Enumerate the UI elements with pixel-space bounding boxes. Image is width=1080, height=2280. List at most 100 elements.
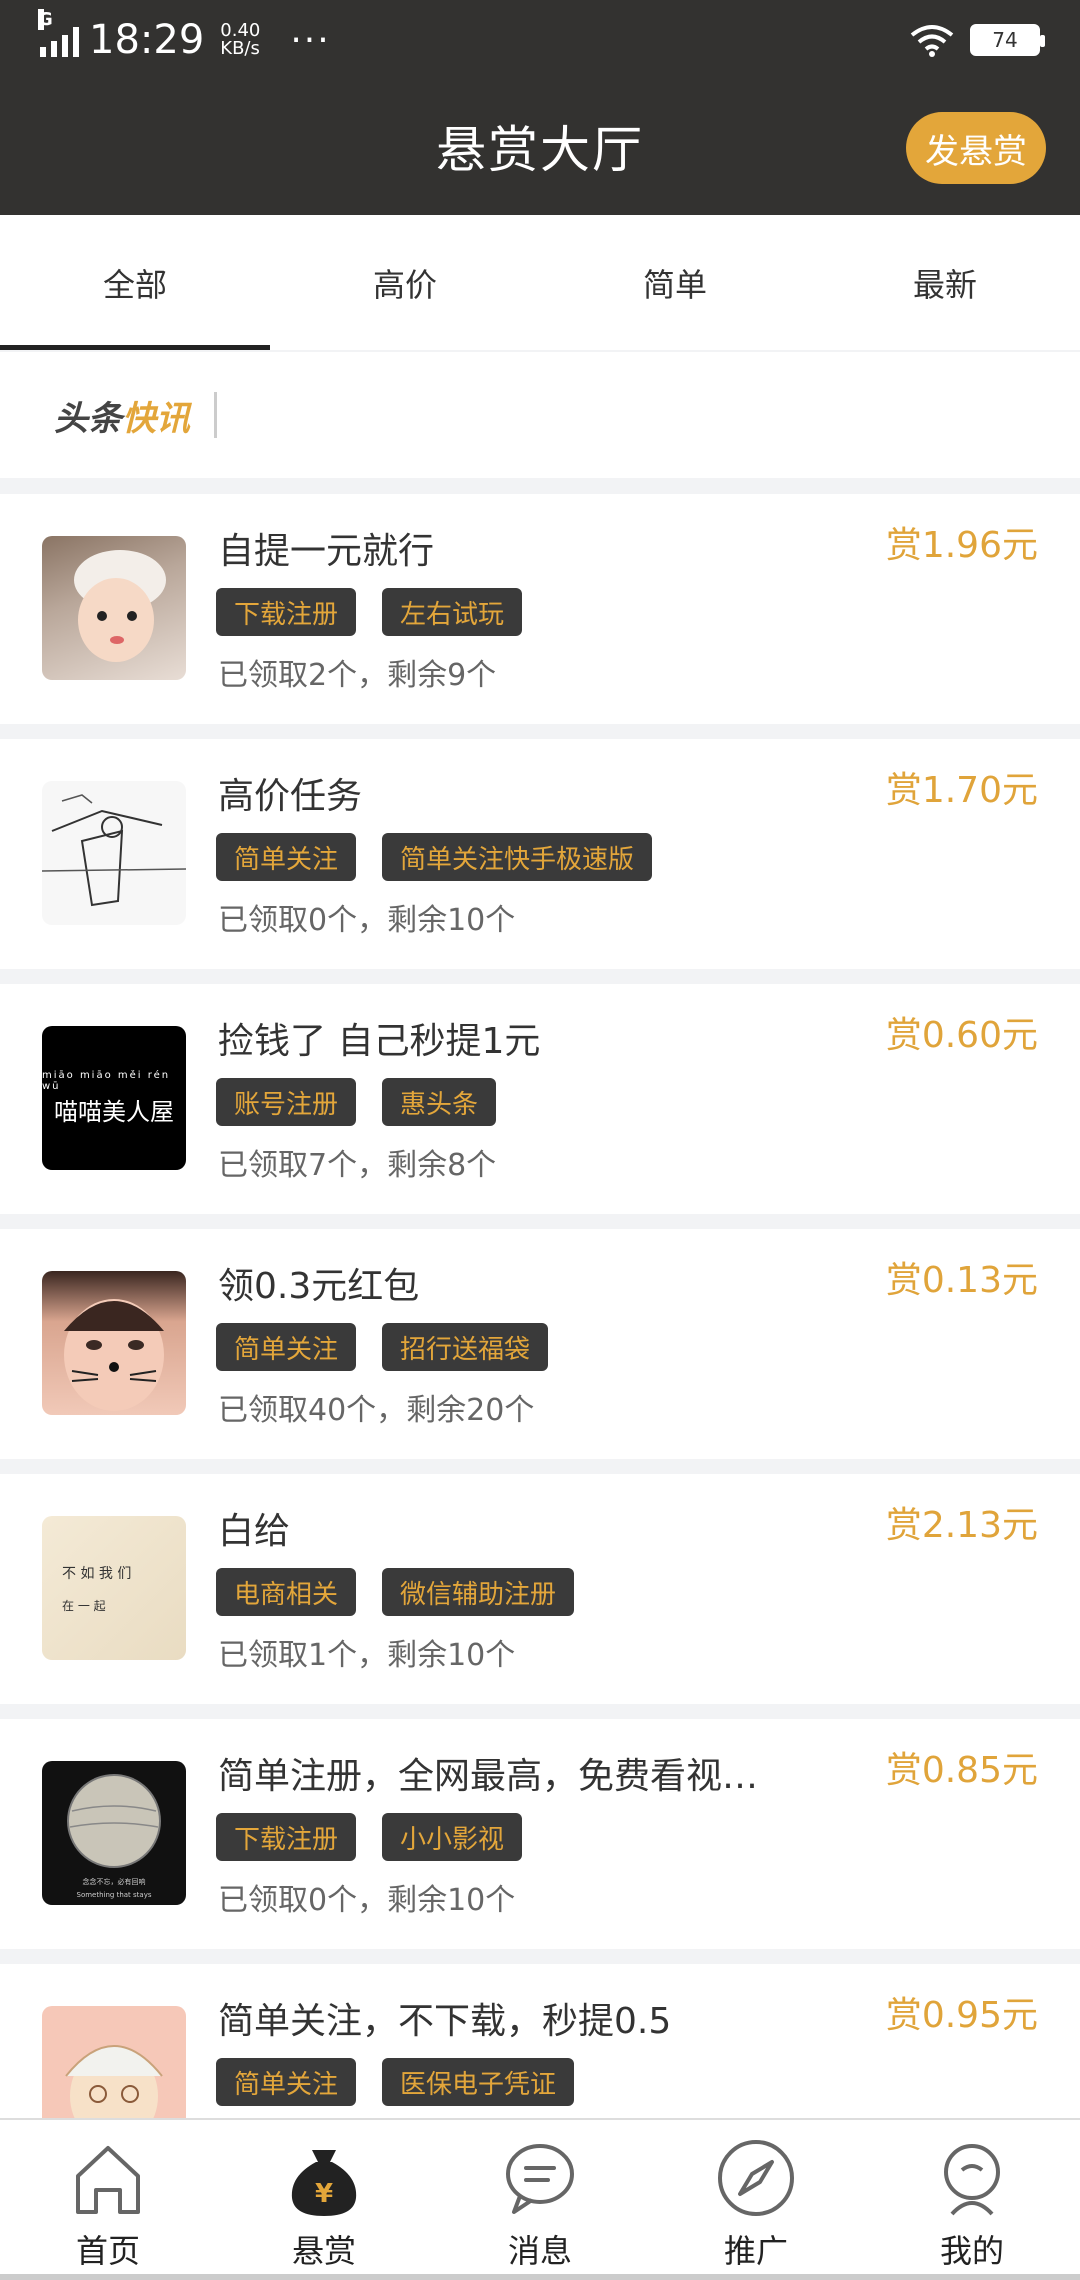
wifi-icon	[910, 25, 954, 57]
more-notifications-icon: ···	[290, 19, 331, 61]
remaining-count: 剩余20个	[406, 1393, 535, 1428]
task-title: 简单注册，全网最高，免费看视…	[218, 1756, 759, 1797]
nav-label: 我的	[939, 2232, 1004, 2270]
nav-messages[interactable]: 消息	[432, 2120, 648, 2280]
task-thumbnail: 念念不忘，必有回响 Something that stays	[42, 1761, 186, 1905]
task-thumbnail: 不 如 我 们 在 一 起	[42, 1516, 186, 1660]
nav-label: 悬赏	[291, 2232, 356, 2270]
thumb-text: 喵喵美人屋	[54, 1097, 174, 1126]
task-reward: 赏0.85元	[885, 1750, 1038, 1791]
task-thumbnail: miāo miāo měi rén wū 喵喵美人屋	[42, 1026, 186, 1170]
task-tag: 医保电子凭证	[382, 2058, 575, 2106]
network-speed: 0.40 KB/s	[220, 22, 260, 58]
task-tag: 招行送福袋	[382, 1323, 549, 1371]
claimed-count: 已领取1个，	[218, 1638, 388, 1673]
claimed-count: 已领取40个，	[218, 1393, 407, 1428]
home-icon	[76, 2146, 140, 2214]
app-header: G 18:29 0.40 KB/s ··· 74 悬赏大厅 发悬赏	[0, 0, 1080, 215]
task-tag: 简单关注	[216, 833, 357, 881]
news-logo-part1: 头条	[54, 398, 122, 439]
task-title: 高价任务	[218, 776, 363, 817]
task-reward: 赏0.13元	[885, 1260, 1038, 1301]
task-stats: 已领取1个，剩余10个	[218, 1630, 515, 1674]
task-card[interactable]: 高价任务 赏1.70元 简单关注 简单关注快手极速版 已领取0个，剩余10个	[0, 739, 1080, 969]
task-tag: 下载注册	[216, 1813, 357, 1861]
thumb-line2: 在 一 起	[62, 1598, 106, 1613]
battery-icon: 74	[970, 24, 1045, 56]
clock: 18:29	[89, 17, 205, 63]
remaining-count: 剩余9个	[387, 658, 497, 693]
remaining-count: 剩余8个	[387, 1148, 497, 1183]
profile-icon	[944, 2144, 1000, 2216]
claimed-count: 已领取0个，	[218, 1883, 388, 1918]
task-tag: 左右试玩	[382, 588, 523, 636]
thumb-line1: 念念不忘，必有回响	[82, 1878, 146, 1886]
task-reward: 赏1.70元	[885, 770, 1038, 811]
nav-label: 首页	[75, 2232, 140, 2270]
task-tag: 电商相关	[216, 1568, 357, 1616]
claimed-count: 已领取0个，	[218, 903, 388, 938]
nav-label: 推广	[723, 2232, 788, 2270]
task-thumbnail	[42, 1271, 186, 1415]
tab-all[interactable]: 全部	[0, 215, 270, 350]
task-card[interactable]: 领0.3元红包 赏0.13元 简单关注 招行送福袋 已领取40个，剩余20个	[0, 1229, 1080, 1459]
svg-text:¥: ¥	[315, 2179, 333, 2209]
task-card[interactable]: 不 如 我 们 在 一 起 白给 赏2.13元 电商相关 微信辅助注册 已领取1…	[0, 1474, 1080, 1704]
task-tag: 小小影视	[382, 1813, 523, 1861]
compass-icon	[718, 2140, 794, 2216]
task-tag: 简单关注	[216, 1323, 357, 1371]
nav-promote[interactable]: 推广	[648, 2120, 864, 2280]
money-bag-icon: ¥	[291, 2150, 357, 2216]
remaining-count: 剩余10个	[387, 903, 516, 938]
task-tag: 账号注册	[216, 1078, 357, 1126]
tab-high-price[interactable]: 高价	[270, 215, 540, 350]
task-title: 简单关注，不下载，秒提0.5	[218, 2001, 672, 2042]
claimed-count: 已领取2个，	[218, 658, 388, 693]
tab-simple[interactable]: 简单	[540, 215, 810, 350]
task-stats: 已领取0个，剩余10个	[218, 1875, 515, 1919]
headline-news-logo: 头条快讯	[54, 391, 190, 440]
task-title: 捡钱了 自己秒提1元	[218, 1021, 541, 1062]
nav-profile[interactable]: 我的	[864, 2120, 1080, 2280]
headline-news-bar[interactable]: 头条快讯	[0, 352, 1080, 478]
speed-unit: KB/s	[220, 38, 260, 59]
thumb-line2: Something that stays	[76, 1891, 152, 1899]
task-reward: 赏2.13元	[885, 1505, 1038, 1546]
remaining-count: 剩余10个	[387, 1883, 516, 1918]
nav-label: 消息	[507, 2232, 572, 2270]
bottom-navigation: 首页 ¥ 悬赏 消息 推广 我的	[0, 2118, 1080, 2280]
task-title: 自提一元就行	[218, 531, 435, 572]
status-bar: G 18:29 0.40 KB/s ··· 74	[0, 0, 1080, 80]
news-logo-part2: 快讯	[122, 398, 190, 439]
task-tag: 惠头条	[382, 1078, 497, 1126]
remaining-count: 剩余10个	[387, 1638, 516, 1673]
task-title: 领0.3元红包	[218, 1266, 420, 1307]
task-card[interactable]: 念念不忘，必有回响 Something that stays 简单注册，全网最高…	[0, 1719, 1080, 1949]
thumb-line1: 不 如 我 们	[62, 1565, 132, 1582]
task-thumbnail	[42, 536, 186, 680]
news-divider	[214, 392, 217, 438]
network-type: G	[38, 9, 53, 30]
task-tag: 微信辅助注册	[382, 1568, 575, 1616]
task-reward: 赏0.60元	[885, 1015, 1038, 1056]
task-tag: 简单关注	[216, 2058, 357, 2106]
nav-bounty[interactable]: ¥ 悬赏	[216, 2120, 432, 2280]
signal-icon: G	[38, 9, 79, 57]
battery-level: 74	[992, 28, 1018, 52]
nav-home[interactable]: 首页	[0, 2120, 216, 2280]
task-stats: 已领取0个，剩余10个	[218, 895, 515, 939]
task-reward: 赏1.96元	[885, 525, 1038, 566]
task-stats: 已领取40个，剩余20个	[218, 1385, 534, 1429]
post-bounty-button[interactable]: 发悬赏	[906, 112, 1046, 184]
task-stats: 已领取2个，剩余9个	[218, 650, 496, 694]
task-tag: 下载注册	[216, 588, 357, 636]
task-stats: 已领取7个，剩余8个	[218, 1140, 496, 1184]
task-list: 自提一元就行 赏1.96元 下载注册 左右试玩 已领取2个，剩余9个 高价任务 …	[0, 494, 1080, 2209]
home-indicator	[0, 2274, 1080, 2280]
task-tag: 简单关注快手极速版	[382, 833, 653, 881]
task-card[interactable]: miāo miāo měi rén wū 喵喵美人屋 捡钱了 自己秒提1元 赏0…	[0, 984, 1080, 1214]
task-card[interactable]: 自提一元就行 赏1.96元 下载注册 左右试玩 已领取2个，剩余9个	[0, 494, 1080, 724]
tab-newest[interactable]: 最新	[810, 215, 1080, 350]
task-title: 白给	[218, 1511, 291, 1552]
task-reward: 赏0.95元	[885, 1995, 1038, 2036]
